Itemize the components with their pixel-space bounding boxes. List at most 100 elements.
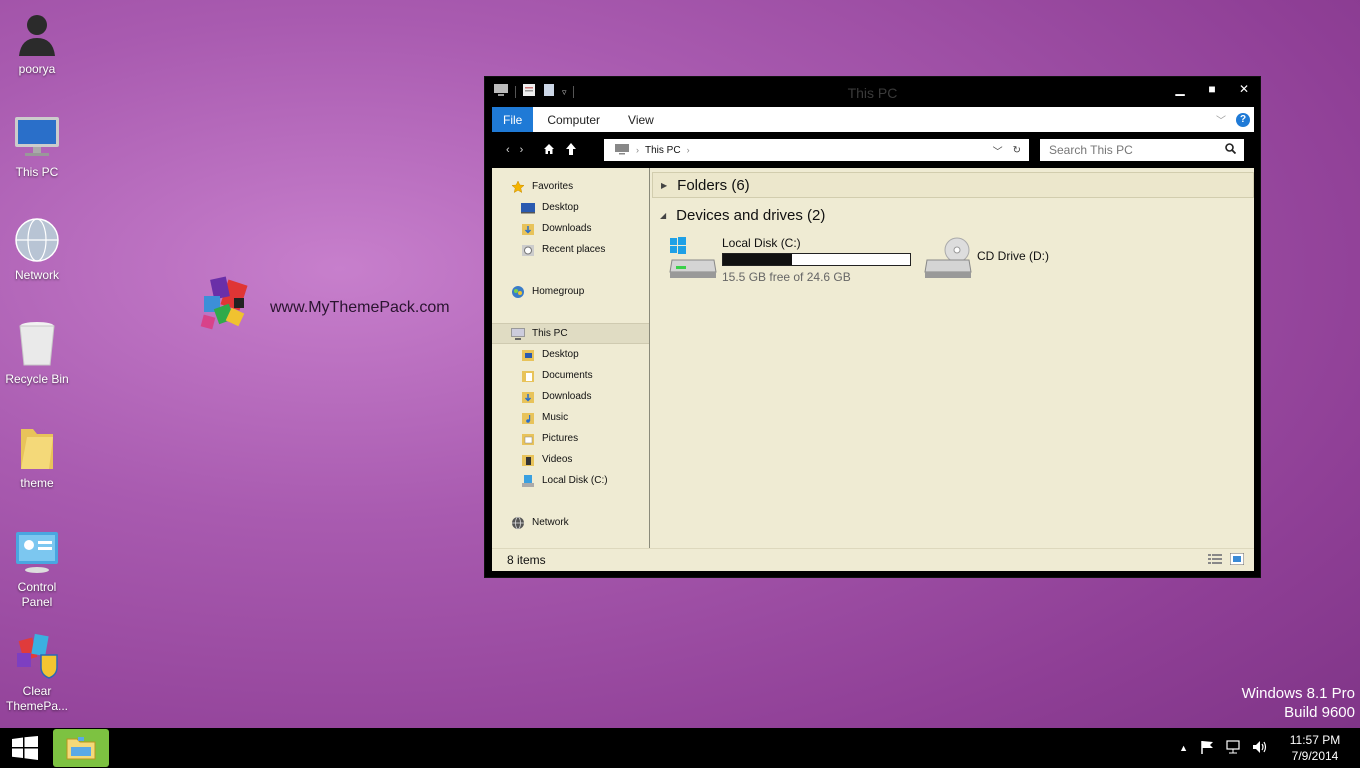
computer-icon	[510, 327, 526, 341]
computer-small-icon	[614, 143, 630, 158]
control-panel-icon	[13, 528, 61, 576]
drive-usage-bar	[722, 253, 911, 266]
star-icon	[510, 179, 526, 194]
nav-item-recent-places[interactable]: Recent places	[492, 239, 649, 260]
group-header-folders[interactable]: ▶ Folders (6)	[652, 172, 1254, 198]
taskbar-file-explorer[interactable]	[53, 729, 109, 767]
mythemepack-url: www.MyThemePack.com	[270, 299, 450, 316]
drive-local-disk-c[interactable]: Local Disk (C:) 15.5 GB free of 24.6 GB	[668, 236, 911, 284]
show-hidden-icons-icon[interactable]: ▲	[1179, 743, 1188, 753]
windows-logo-icon	[12, 736, 38, 760]
nav-item-music[interactable]: Music	[492, 407, 649, 428]
downloads-folder-icon	[520, 222, 536, 236]
desktop-icon-user[interactable]: poorya	[2, 10, 72, 77]
search-input[interactable]: Search This PC	[1049, 143, 1133, 157]
build-text: Build 9600	[1284, 704, 1355, 721]
nav-item-downloads[interactable]: Downloads	[492, 386, 649, 407]
expand-ribbon-icon[interactable]: ﹀	[1216, 112, 1226, 127]
mythemepack-logo-icon	[200, 276, 248, 330]
ribbon: File Computer View ﹀ ?	[492, 107, 1254, 132]
forward-icon[interactable]: ›	[520, 144, 524, 156]
window-title: This PC	[847, 85, 898, 101]
folder-icon	[13, 424, 61, 472]
collapse-arrow-icon: ◢	[660, 210, 667, 220]
expand-arrow-icon: ▶	[661, 180, 668, 190]
desktop-icon-network[interactable]: Network	[2, 216, 72, 283]
desktop-folder-icon	[520, 348, 536, 362]
home-icon[interactable]	[543, 143, 555, 158]
nav-item-desktop[interactable]: Desktop	[492, 344, 649, 365]
content-pane[interactable]: ▶ Folders (6) ◢ Devices and drives (2) L…	[650, 168, 1254, 548]
nav-item-documents[interactable]: Documents	[492, 365, 649, 386]
maximize-button[interactable]: ■	[1196, 77, 1228, 101]
network-globe-icon	[13, 216, 61, 264]
network-status-icon[interactable]	[1226, 739, 1240, 757]
chevron-right-icon[interactable]: ›	[687, 145, 690, 155]
maximize-icon: ■	[1208, 82, 1216, 96]
drive-free-space: 15.5 GB free of 24.6 GB	[722, 270, 851, 284]
drive-cd-d[interactable]: CD Drive (D:)	[923, 236, 1049, 284]
videos-folder-icon	[520, 453, 536, 467]
drives-list: Local Disk (C:) 15.5 GB free of 24.6 GB …	[652, 228, 1254, 284]
group-header-devices[interactable]: ◢ Devices and drives (2)	[652, 202, 1254, 228]
nav-item-videos[interactable]: Videos	[492, 449, 649, 470]
desktop-icon-recycle-bin[interactable]: Recycle Bin	[2, 320, 72, 387]
help-icon[interactable]: ?	[1236, 112, 1250, 127]
desktop-icon-this-pc[interactable]: This PC	[2, 113, 72, 180]
drive-usage-fill	[723, 254, 793, 265]
downloads-folder-icon	[520, 390, 536, 404]
tab-file[interactable]: File	[492, 107, 534, 132]
file-explorer-icon	[66, 737, 96, 760]
address-bar[interactable]: › This PC › ﹀ ↻	[604, 139, 1029, 161]
details-view-icon[interactable]	[1208, 553, 1222, 568]
nav-item-favorites-downloads[interactable]: Downloads	[492, 218, 649, 239]
hard-drive-icon	[520, 474, 536, 488]
close-button[interactable]: ✕	[1228, 77, 1260, 101]
music-folder-icon	[520, 411, 536, 425]
user-icon	[13, 10, 61, 58]
back-icon[interactable]: ‹	[506, 144, 510, 156]
pictures-folder-icon	[520, 432, 536, 446]
start-button[interactable]	[0, 728, 50, 768]
search-box[interactable]: Search This PC	[1040, 139, 1244, 161]
themepack-shield-icon	[13, 632, 61, 680]
homegroup-icon	[510, 285, 526, 299]
navigation-pane[interactable]: Favorites Desktop Downloads Recent place…	[492, 168, 650, 548]
action-center-flag-icon[interactable]	[1200, 740, 1214, 757]
nav-item-homegroup[interactable]: Homegroup	[492, 281, 649, 302]
search-icon[interactable]	[1225, 143, 1244, 157]
nav-item-local-disk[interactable]: Local Disk (C:)	[492, 470, 649, 491]
desktop-icon-theme-folder[interactable]: theme	[2, 424, 72, 491]
drive-name: CD Drive (D:)	[977, 249, 1049, 263]
minimize-button[interactable]: ▁	[1164, 77, 1196, 101]
desktop-icon-control-panel[interactable]: Control Panel	[2, 528, 72, 610]
clock[interactable]: 11:57 PM 7/9/2014	[1280, 732, 1350, 764]
breadcrumb-this-pc[interactable]: This PC	[645, 145, 681, 156]
navigation-bar: ‹ › › This PC › ﹀ ↻ Search This PC	[492, 137, 1254, 163]
minimize-icon: ▁	[1175, 82, 1185, 96]
up-icon[interactable]	[565, 142, 577, 159]
nav-item-favorites-desktop[interactable]: Desktop	[492, 197, 649, 218]
desktop-icon-clear-themepack[interactable]: Clear ThemePa...	[2, 632, 72, 714]
address-dropdown-icon[interactable]: ﹀	[993, 143, 1003, 158]
nav-item-favorites[interactable]: Favorites	[492, 176, 649, 197]
taskbar: ▲ 11:57 PM 7/9/2014	[0, 728, 1360, 768]
explorer-body: Favorites Desktop Downloads Recent place…	[492, 168, 1254, 548]
nav-item-network[interactable]: Network	[492, 512, 649, 533]
recycle-bin-icon	[13, 320, 61, 368]
volume-icon[interactable]	[1252, 740, 1268, 757]
system-tray: ▲ 11:57 PM 7/9/2014	[1179, 732, 1360, 764]
clock-date: 7/9/2014	[1291, 749, 1339, 763]
explorer-window[interactable]: ▿ This PC ▁ ■ ✕ File Computer View ﹀ ? ‹…	[484, 76, 1261, 578]
tab-computer[interactable]: Computer	[533, 107, 614, 132]
nav-item-this-pc[interactable]: This PC	[492, 323, 649, 344]
close-icon: ✕	[1238, 82, 1250, 96]
tab-view[interactable]: View	[614, 107, 668, 132]
refresh-icon[interactable]: ↻	[1013, 145, 1021, 156]
mythemepack-logo: www.MyThemePack.com	[198, 276, 450, 340]
desktop-icon	[520, 201, 536, 215]
title-bar[interactable]: ▿ This PC ▁ ■ ✕	[485, 77, 1260, 107]
network-icon	[510, 516, 526, 530]
large-icons-view-icon[interactable]	[1229, 552, 1245, 568]
nav-item-pictures[interactable]: Pictures	[492, 428, 649, 449]
